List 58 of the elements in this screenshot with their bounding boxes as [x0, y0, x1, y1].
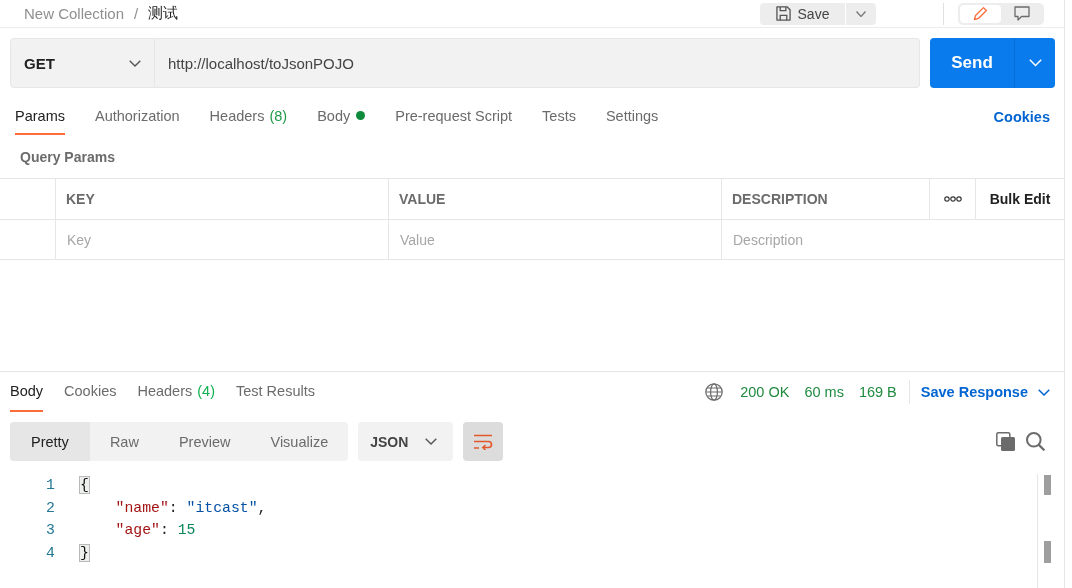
line-number: 4	[46, 544, 55, 561]
chevron-down-icon	[1038, 388, 1050, 396]
url-field[interactable]: http://localhost/toJsonPOJO	[155, 38, 920, 88]
bulk-edit-button[interactable]: Bulk Edit	[989, 191, 1051, 207]
value-field[interactable]: Value	[389, 220, 721, 259]
scrollbar-marker	[1044, 475, 1051, 495]
caret-down-icon	[856, 10, 866, 17]
key-field[interactable]: Key	[56, 220, 388, 259]
key-column-header: KEY	[66, 191, 95, 207]
text-wrap-icon	[473, 433, 494, 450]
copy-icon[interactable]	[996, 432, 1015, 451]
format-tab[interactable]: Pretty	[10, 422, 90, 461]
format-tab[interactable]: Preview	[158, 422, 251, 461]
response-tab[interactable]: Test Results	[236, 372, 315, 412]
request-tab[interactable]: Tests	[542, 98, 576, 135]
more-options-icon[interactable]	[943, 196, 962, 202]
globe-icon[interactable]	[705, 383, 724, 401]
edit-mode-button[interactable]	[960, 4, 1001, 23]
response-tab[interactable]: Cookies	[64, 372, 117, 412]
line-number: 3	[46, 522, 55, 539]
line-number: 2	[46, 499, 55, 516]
chevron-down-icon	[129, 59, 141, 67]
description-field[interactable]: Description	[722, 220, 1064, 259]
search-icon[interactable]	[1026, 432, 1045, 451]
response-size: 169 B	[858, 384, 897, 400]
request-tab[interactable]: Settings	[605, 98, 659, 135]
language-dropdown[interactable]: JSON	[358, 422, 454, 461]
line-wrap-button[interactable]	[463, 422, 504, 461]
description-column-header: DESCRIPTION	[732, 191, 828, 207]
code-line: "name": "itcast",	[115, 499, 267, 516]
response-tab[interactable]: Body	[10, 372, 44, 412]
response-time: 60 ms	[804, 384, 844, 400]
section-title: Query Params	[20, 148, 115, 165]
pencil-icon	[973, 6, 988, 21]
save-options-button[interactable]	[846, 2, 876, 25]
response-tab[interactable]: Headers (4)	[137, 372, 215, 412]
request-tab[interactable]: Pre-request Script	[395, 98, 513, 135]
request-tab[interactable]: Body	[317, 98, 366, 135]
method-dropdown[interactable]: GET	[10, 38, 155, 88]
scrollbar-marker	[1044, 541, 1051, 563]
line-number: 1	[46, 477, 55, 494]
comment-icon	[1013, 6, 1030, 21]
status-code: 200 OK	[740, 384, 790, 400]
chevron-down-icon	[425, 438, 438, 445]
chevron-down-icon	[1028, 59, 1042, 67]
format-tab[interactable]: Raw	[89, 422, 159, 461]
request-tab[interactable]: Authorization	[94, 98, 180, 135]
code-line: "age": 15	[115, 522, 196, 539]
request-tab[interactable]: Headers (8)	[209, 98, 288, 135]
cookies-link[interactable]: Cookies	[993, 108, 1050, 125]
request-tab[interactable]: Params	[15, 98, 65, 135]
value-column-header: VALUE	[399, 191, 446, 207]
collection-name[interactable]: New Collection	[24, 5, 125, 22]
breadcrumb-separator: /	[134, 5, 139, 22]
save-button[interactable]: Save	[760, 2, 845, 25]
request-name[interactable]: 测试	[148, 4, 179, 23]
save-response-button[interactable]: Save Response	[920, 384, 1050, 400]
format-tab[interactable]: Visualize	[250, 422, 349, 461]
